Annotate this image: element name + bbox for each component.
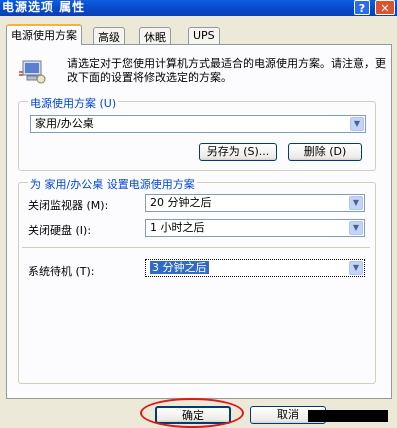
standby-label: 系统待机 (T): — [28, 265, 95, 278]
tab-power-schemes[interactable]: 电源使用方案 — [6, 24, 82, 45]
chevron-down-icon[interactable]: ▼ — [349, 221, 363, 235]
scheme-select-value: 家用/办公桌 — [35, 117, 94, 130]
delete-button[interactable]: 删除 (D) — [288, 143, 362, 161]
monitor-select-value: 20 分钟之后 — [150, 196, 212, 209]
settings-group-label: 为 家用/办公桌 设置电源使用方案 — [28, 176, 197, 192]
harddisk-select-value: 1 小时之后 — [150, 221, 205, 234]
divider — [22, 247, 370, 248]
monitor-label: 关闭监视器 (M): — [28, 199, 109, 212]
scheme-select[interactable]: 家用/办公桌 ▼ — [30, 115, 366, 133]
highlight-ellipse — [140, 398, 244, 428]
tab-ups[interactable]: UPS — [188, 27, 220, 44]
tab-hibernate[interactable]: 休眠 — [139, 27, 171, 44]
chevron-down-icon[interactable]: ▼ — [350, 117, 364, 131]
scheme-group-label: 电源使用方案 (U) — [28, 95, 119, 111]
chevron-down-icon[interactable]: ▼ — [349, 261, 363, 275]
monitor-select[interactable]: 20 分钟之后 ▼ — [145, 194, 365, 212]
save-as-button[interactable]: 另存为 (S)... — [199, 143, 277, 161]
standby-select[interactable]: 3 分钟之后 ▼ — [145, 259, 365, 277]
description-text: 请选定对于您使用计算机方式最适合的电源使用方案。请注意，更改下面的设置将修改选定… — [67, 57, 386, 84]
chevron-down-icon[interactable]: ▼ — [349, 196, 363, 210]
window-title: 电源选项 属性 — [2, 0, 86, 14]
redaction-bar — [308, 410, 388, 422]
tab-advanced[interactable]: 高级 — [93, 27, 125, 44]
harddisk-label: 关闭硬盘 (I): — [28, 224, 92, 237]
title-bar: 电源选项 属性 ? ✕ — [0, 0, 397, 16]
help-button[interactable]: ? — [354, 0, 370, 15]
close-button[interactable]: ✕ — [375, 0, 395, 15]
harddisk-select[interactable]: 1 小时之后 ▼ — [145, 219, 365, 237]
standby-select-value: 3 分钟之后 — [150, 261, 209, 274]
power-options-icon — [17, 58, 47, 86]
